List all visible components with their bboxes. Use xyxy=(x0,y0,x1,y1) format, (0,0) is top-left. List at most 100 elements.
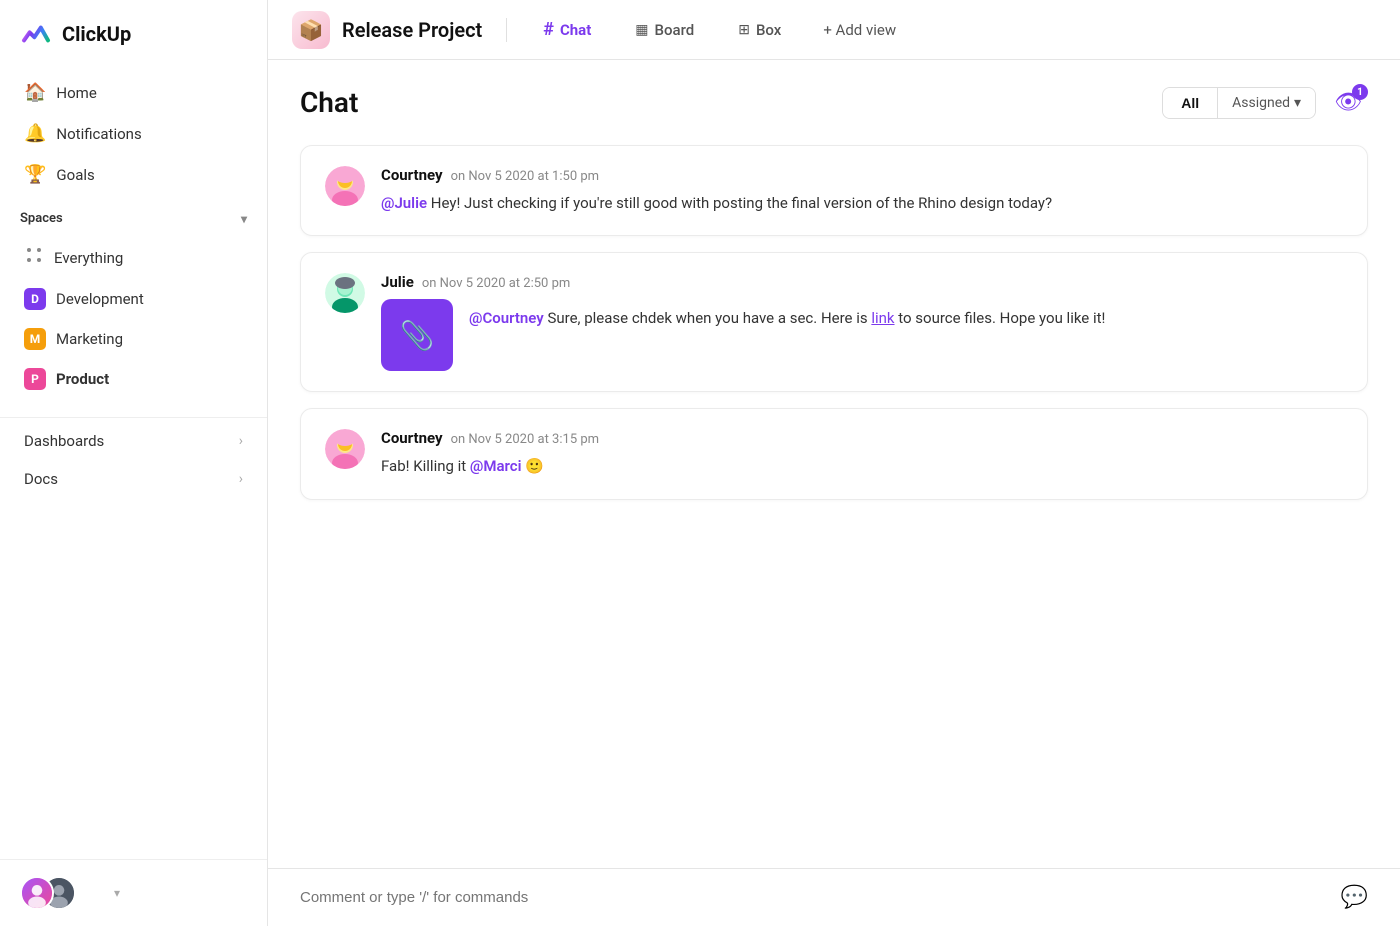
sidebar-item-development[interactable]: D Development xyxy=(12,279,255,319)
chat-header: Chat All Assigned ▾ 👁 1 xyxy=(268,60,1400,137)
sidebar: ClickUp 🏠 Home 🔔 Notifications 🏆 Goals S… xyxy=(0,0,268,926)
message-1: Courtney on Nov 5 2020 at 1:50 pm @Julie… xyxy=(300,145,1368,236)
development-badge: D xyxy=(24,288,46,310)
sidebar-item-home-label: Home xyxy=(56,84,96,102)
courtney-avatar-2 xyxy=(325,429,365,469)
box-icon: ⊞ xyxy=(738,22,750,38)
courtney-avatar-1 xyxy=(325,166,365,206)
board-icon: ▦ xyxy=(635,22,648,38)
message-1-body: Courtney on Nov 5 2020 at 1:50 pm @Julie… xyxy=(381,166,1343,215)
message-3-header: Courtney on Nov 5 2020 at 3:15 pm xyxy=(381,429,1343,447)
comment-bar: 💬 xyxy=(268,868,1400,926)
message-1-content: Hey! Just checking if you're still good … xyxy=(431,194,1052,212)
topbar: 📦 Release Project # Chat ▦ Board ⊞ Box +… xyxy=(268,0,1400,60)
product-badge: P xyxy=(24,368,46,390)
message-2-content-1: Sure, please chdek when you have a sec. … xyxy=(547,309,871,327)
sidebar-item-home[interactable]: 🏠 Home xyxy=(12,72,255,113)
message-2-header: Julie on Nov 5 2020 at 2:50 pm xyxy=(381,273,1343,291)
message-3-author: Courtney xyxy=(381,429,443,447)
sidebar-bottom-section: Dashboards › Docs › xyxy=(0,417,267,502)
message-1-header: Courtney on Nov 5 2020 at 1:50 pm xyxy=(381,166,1343,184)
message-1-text: @Julie Hey! Just checking if you're stil… xyxy=(381,192,1343,215)
tab-box-label: Box xyxy=(756,21,781,39)
sidebar-item-docs[interactable]: Docs › xyxy=(12,460,255,498)
message-2-attachment: 📎 @Courtney Sure, please chdek when you … xyxy=(381,299,1343,371)
spaces-chevron-icon: ▾ xyxy=(241,212,247,226)
filter-tabs: All Assigned ▾ xyxy=(1162,87,1316,119)
everything-icon xyxy=(24,245,44,270)
message-2-body: Julie on Nov 5 2020 at 2:50 pm 📎 @Courtn… xyxy=(381,273,1343,371)
main-content: 📦 Release Project # Chat ▦ Board ⊞ Box +… xyxy=(268,0,1400,926)
sidebar-footer: ▾ xyxy=(0,859,267,926)
sidebar-item-product[interactable]: P Product xyxy=(12,359,255,399)
sidebar-item-goals-label: Goals xyxy=(56,166,94,184)
message-1-time: on Nov 5 2020 at 1:50 pm xyxy=(451,169,599,184)
message-3-body: Courtney on Nov 5 2020 at 3:15 pm Fab! K… xyxy=(381,429,1343,478)
sidebar-item-development-label: Development xyxy=(56,290,144,308)
tab-chat-label: Chat xyxy=(560,21,591,39)
add-view-button[interactable]: + Add view xyxy=(813,15,906,45)
spaces-list: Everything D Development M Marketing P P… xyxy=(0,234,267,401)
comment-input[interactable] xyxy=(300,889,1341,906)
topbar-divider xyxy=(506,18,507,42)
docs-chevron-icon: › xyxy=(239,471,243,487)
filter-assigned-dropdown[interactable]: Assigned ▾ xyxy=(1218,88,1315,118)
chat-hash-icon: # xyxy=(543,19,554,40)
message-3-time: on Nov 5 2020 at 3:15 pm xyxy=(451,432,599,447)
attachment-icon: 📎 xyxy=(381,299,453,371)
message-3-content-1: Fab! Killing it xyxy=(381,457,470,475)
logo-area: ClickUp xyxy=(0,0,267,68)
sidebar-item-notifications[interactable]: 🔔 Notifications xyxy=(12,113,255,154)
spaces-section-header[interactable]: Spaces ▾ xyxy=(0,199,267,234)
project-title: Release Project xyxy=(342,18,482,42)
sidebar-item-dashboards[interactable]: Dashboards › xyxy=(12,422,255,460)
message-2: Julie on Nov 5 2020 at 2:50 pm 📎 @Courtn… xyxy=(300,252,1368,392)
marketing-badge: M xyxy=(24,328,46,350)
sidebar-item-everything-label: Everything xyxy=(54,249,123,267)
chat-content: Chat All Assigned ▾ 👁 1 xyxy=(268,60,1400,926)
tab-box[interactable]: ⊞ Box xyxy=(726,15,793,45)
julie-avatar xyxy=(325,273,365,313)
filter-all-button[interactable]: All xyxy=(1163,88,1218,118)
mention-julie: @Julie xyxy=(381,194,427,212)
sidebar-item-marketing-label: Marketing xyxy=(56,330,123,348)
logo-text: ClickUp xyxy=(62,22,131,46)
message-2-content-2: to source files. Hope you like it! xyxy=(898,309,1105,327)
avatar-s xyxy=(20,876,54,910)
spaces-label: Spaces xyxy=(20,211,63,226)
message-1-author: Courtney xyxy=(381,166,443,184)
footer-chevron-icon[interactable]: ▾ xyxy=(114,886,120,900)
dashboards-chevron-icon: › xyxy=(239,433,243,449)
message-3: Courtney on Nov 5 2020 at 3:15 pm Fab! K… xyxy=(300,408,1368,499)
message-2-link[interactable]: link xyxy=(871,309,894,327)
assigned-chevron-icon: ▾ xyxy=(1294,95,1301,111)
tab-board[interactable]: ▦ Board xyxy=(623,15,706,45)
sidebar-item-product-label: Product xyxy=(56,370,109,388)
message-3-emoji: 🙂 xyxy=(525,457,544,475)
user-avatars xyxy=(20,876,78,910)
message-3-text: Fab! Killing it @Marci 🙂 xyxy=(381,455,1343,478)
sidebar-nav: 🏠 Home 🔔 Notifications 🏆 Goals xyxy=(0,68,267,199)
filter-assigned-label: Assigned xyxy=(1232,95,1290,111)
chat-header-right: All Assigned ▾ 👁 1 xyxy=(1162,84,1368,121)
sidebar-item-notifications-label: Notifications xyxy=(56,125,141,143)
tab-board-label: Board xyxy=(655,21,695,39)
dashboards-label: Dashboards xyxy=(24,432,104,450)
mention-courtney: @Courtney xyxy=(469,309,544,327)
chat-title: Chat xyxy=(300,86,358,119)
trophy-icon: 🏆 xyxy=(24,164,46,185)
comment-speech-icon: 💬 xyxy=(1341,885,1368,910)
sidebar-item-everything[interactable]: Everything xyxy=(12,236,255,279)
eye-button[interactable]: 👁 1 xyxy=(1328,84,1368,121)
add-view-label: + Add view xyxy=(823,21,896,39)
home-icon: 🏠 xyxy=(24,82,46,103)
eye-badge: 1 xyxy=(1352,84,1368,100)
message-2-text: @Courtney Sure, please chdek when you ha… xyxy=(469,299,1105,330)
sidebar-item-goals[interactable]: 🏆 Goals xyxy=(12,154,255,195)
message-2-author: Julie xyxy=(381,273,414,291)
clickup-logo-icon xyxy=(20,18,52,50)
tab-chat[interactable]: # Chat xyxy=(531,13,603,46)
chat-messages: Courtney on Nov 5 2020 at 1:50 pm @Julie… xyxy=(268,137,1400,868)
mention-marci: @Marci xyxy=(470,457,522,475)
sidebar-item-marketing[interactable]: M Marketing xyxy=(12,319,255,359)
